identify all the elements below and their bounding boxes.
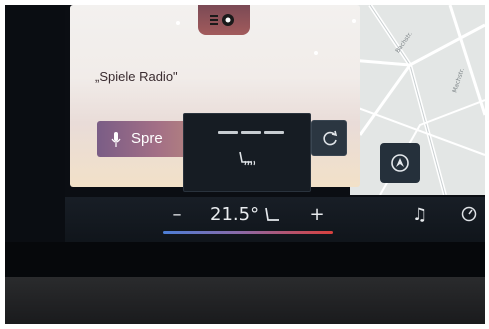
- temperature-increase-button[interactable]: +: [305, 203, 329, 227]
- navigation-icon: [391, 154, 409, 172]
- heat-level-bar: [241, 131, 261, 134]
- seat-icon[interactable]: [261, 205, 283, 227]
- refresh-icon: [323, 130, 338, 146]
- microphone-icon: [111, 132, 121, 147]
- temperature-value: 21.5°: [210, 204, 260, 225]
- refresh-button[interactable]: [311, 120, 347, 156]
- gauge-icon[interactable]: [461, 206, 477, 222]
- photo-frame: Bachstr. Machstr. „Spiele Radio" Spre – …: [5, 5, 485, 324]
- voice-prompt-text: „Spiele Radio": [95, 69, 178, 84]
- speak-button-label: Spre: [131, 130, 163, 147]
- screen-bezel: [5, 242, 485, 280]
- heat-level-bar: [218, 131, 238, 134]
- seat-heating-icon[interactable]: [236, 148, 258, 170]
- music-icon[interactable]: ♫: [412, 205, 430, 225]
- sparkle-decoration: [176, 21, 180, 25]
- seat-heating-popup[interactable]: [183, 113, 311, 192]
- temperature-decrease-button[interactable]: –: [165, 203, 189, 227]
- sparkle-decoration: [352, 19, 356, 23]
- radio-icon[interactable]: [198, 5, 250, 35]
- heat-level-bar: [264, 131, 284, 134]
- temperature-gradient-bar: [163, 231, 333, 234]
- dashboard-surface: [5, 277, 485, 324]
- navigation-button[interactable]: [380, 143, 420, 183]
- radio-glyph-icon: [210, 14, 234, 26]
- sparkle-decoration: [314, 51, 318, 55]
- climate-bar: – 21.5° + ♫: [65, 197, 485, 242]
